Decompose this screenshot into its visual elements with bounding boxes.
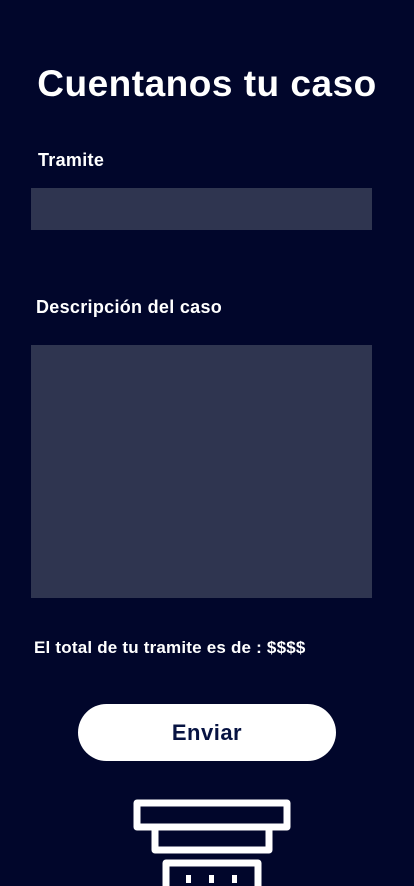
tramite-label: Tramite (38, 150, 105, 170)
pillar-icon (133, 799, 291, 886)
page-title: Cuentanos tu caso (37, 63, 377, 104)
total-text: El total de tu tramite es de : $$$$ (34, 638, 306, 657)
send-button[interactable]: Enviar (78, 704, 336, 761)
description-textarea[interactable] (31, 345, 372, 598)
tramite-input[interactable] (31, 188, 372, 230)
description-label: Descripción del caso (36, 297, 223, 317)
